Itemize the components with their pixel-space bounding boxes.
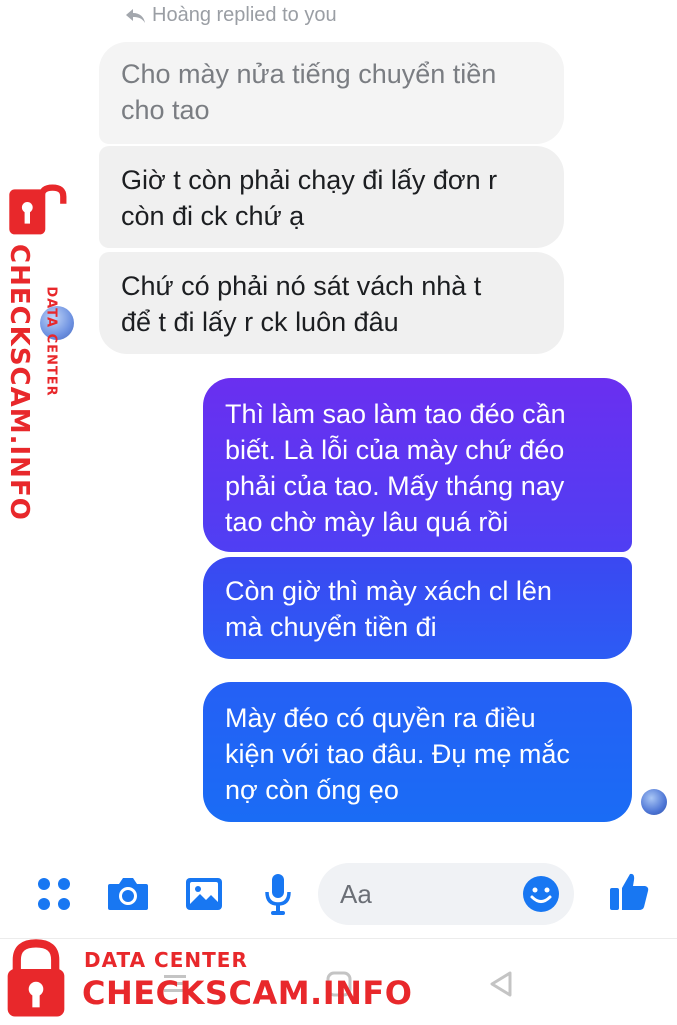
emoji-icon[interactable] [522,875,560,913]
microphone-icon[interactable] [263,872,293,916]
watermark-brand: CHECKSCAM.INFO [82,974,413,1012]
camera-icon[interactable] [106,874,150,914]
message-line: cho tao [121,95,210,125]
message-input-placeholder: Aa [340,879,372,909]
message-bubble-incoming[interactable]: Chứ có phải nó sát vách nhà t để t đi lấ… [99,252,564,354]
message-line: tao chờ mày lâu quá rồi [225,507,509,537]
watermark-data-center: DATA CENTER [84,948,248,972]
seen-avatar [641,789,667,815]
message-line: Mày đéo có quyền ra điều [225,703,536,733]
message-line: phải của tao. Mấy tháng nay [225,471,565,501]
message-line: Cho mày nửa tiếng chuyển tiền [121,59,497,89]
message-line: còn đi ck chứ ạ [121,201,305,231]
message-line: Thì làm sao làm tao đéo cần [225,399,566,429]
message-line: nợ còn ống ẹo [225,775,399,805]
message-line: mà chuyển tiền đi [225,612,437,642]
watermark-data-center-vertical: DATA CENTER [43,286,59,397]
watermark-bottom: DATA CENTER CHECKSCAM.INFO [0,934,420,1024]
message-input[interactable]: Aa [318,863,574,925]
reply-header-text: Hoàng replied to you [152,4,337,26]
padlock-icon [7,939,65,1017]
message-bubble-outgoing[interactable]: Còn giờ thì mày xách cl lên mà chuyển ti… [203,557,632,659]
reply-arrow-icon [126,8,145,23]
message-line: Chứ có phải nó sát vách nhà t [121,271,482,301]
back-icon[interactable] [486,969,516,999]
padlock-icon [9,184,67,235]
message-line: biết. Là lỗi của mày chứ đéo [225,435,565,465]
menu-dots-icon[interactable] [34,874,74,914]
message-line: Còn giờ thì mày xách cl lên [225,576,552,606]
message-bubble-incoming[interactable]: Cho mày nửa tiếng chuyển tiền cho tao [99,42,564,144]
message-composer: Aa [0,858,677,930]
thumbs-up-icon[interactable] [608,870,650,912]
message-line: kiện với tao đâu. Đụ mẹ mắc [225,739,570,769]
watermark-brand-vertical: CHECKSCAM.INFO [4,244,34,521]
message-bubble-outgoing[interactable]: Mày đéo có quyền ra điều kiện với tao đâ… [203,682,632,822]
message-bubble-outgoing[interactable]: Thì làm sao làm tao đéo cần biết. Là lỗi… [203,378,632,552]
watermark-vertical: CHECKSCAM.INFO DATA CENTER [2,184,78,521]
message-line: để t đi lấy r ck luôn đâu [121,307,399,337]
message-line: Giờ t còn phải chạy đi lấy đơn r [121,165,498,195]
gallery-icon[interactable] [184,874,224,914]
message-bubble-incoming[interactable]: Giờ t còn phải chạy đi lấy đơn r còn đi … [99,146,564,248]
reply-header: Hoàng replied to you [124,4,337,27]
